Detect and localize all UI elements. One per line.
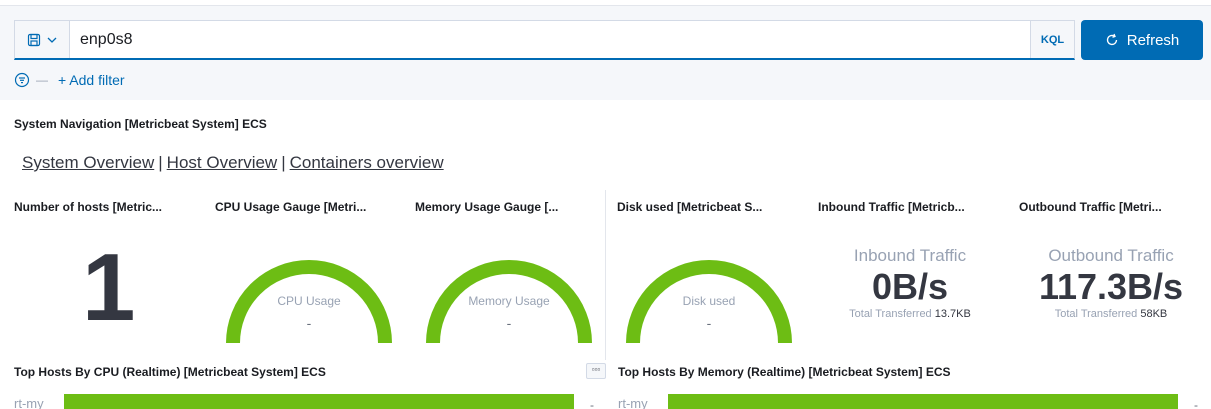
outbound-traffic-value: 117.3B/s [1038, 266, 1184, 307]
query-bar-area: enp0s8 KQL Refresh — + Add filter [0, 0, 1211, 100]
outbound-total-value: 58KB [1140, 307, 1168, 320]
cpu-host-bar [64, 394, 574, 409]
memory-gauge: Memory Usage - [420, 233, 598, 344]
add-filter-button[interactable]: + Add filter [58, 72, 125, 88]
inbound-panel-title: Inbound Traffic [Metricb... [818, 200, 965, 214]
cpu-host-row-label: rt-my [14, 396, 44, 409]
cpu-gauge-value: - [306, 315, 312, 331]
chevron-down-icon [47, 37, 57, 43]
hosts-count: 1 [82, 234, 136, 341]
query-bar: enp0s8 KQL [14, 20, 1075, 60]
saved-query-icon [27, 33, 41, 46]
outbound-panel-title: Outbound Traffic [Metri... [1019, 200, 1162, 214]
memory-gauge-value: - [506, 315, 512, 331]
memory-host-bar [668, 394, 1178, 409]
containers-overview-link[interactable]: Containers overview [290, 153, 444, 172]
cpu-gauge-label: CPU Usage [277, 294, 341, 308]
cpu-gauge: CPU Usage - [220, 233, 398, 344]
cpu-panel-title: CPU Usage Gauge [Metri... [215, 200, 367, 214]
link-separator: | [158, 153, 163, 172]
inbound-total-value: 13.7KB [934, 307, 971, 320]
disk-panel-title: Disk used [Metricbeat S... [617, 200, 763, 214]
dashboard: System Navigation [Metricbeat System] EC… [0, 100, 1211, 409]
filter-bar: — + Add filter [14, 72, 125, 88]
refresh-button[interactable]: Refresh [1081, 20, 1203, 60]
disk-gauge-label: Disk used [682, 294, 736, 308]
system-overview-link[interactable]: System Overview [22, 153, 154, 172]
memory-host-row-label: rt-my [618, 396, 648, 409]
disk-gauge: Disk used - [620, 233, 798, 344]
navigation-panel-title: System Navigation [Metricbeat System] EC… [14, 117, 267, 131]
memory-panel-title: Memory Usage Gauge [... [415, 200, 559, 214]
panel-divider [605, 190, 606, 360]
refresh-icon [1106, 33, 1117, 46]
inbound-total: Total Transferred 13.7KB [820, 308, 1000, 320]
query-language-button[interactable]: KQL [1030, 21, 1074, 58]
outbound-traffic-label: Outbound Traffic [1048, 246, 1174, 265]
inbound-traffic-value: 0B/s [871, 266, 949, 307]
outbound-total: Total Transferred 58KB [1021, 308, 1201, 320]
search-input[interactable]: enp0s8 [70, 31, 1030, 49]
disk-gauge-value: - [706, 315, 712, 331]
host-overview-link[interactable]: Host Overview [167, 153, 278, 172]
top-hosts-memory-title: Top Hosts By Memory (Realtime) [Metricbe… [618, 365, 951, 379]
inbound-traffic-metric: Inbound Traffic 0B/s Total Transferred 1… [820, 246, 1000, 320]
panel-options-button[interactable]: ▫▫▫ [586, 363, 606, 379]
top-strip [0, 0, 1211, 6]
memory-host-row-value: - [1194, 398, 1198, 409]
filter-icon[interactable] [14, 72, 30, 88]
outbound-total-label: Total Transferred [1054, 307, 1138, 320]
filter-separator: — [36, 73, 48, 87]
outbound-traffic-metric: Outbound Traffic 117.3B/s Total Transfer… [1021, 246, 1201, 320]
link-separator: | [281, 153, 286, 172]
cpu-host-row-value: - [590, 398, 594, 409]
hosts-panel-title: Number of hosts [Metric... [14, 200, 163, 214]
inbound-traffic-label: Inbound Traffic [853, 246, 967, 265]
navigation-links: System Overview | Host Overview | Containers… [22, 153, 444, 173]
top-hosts-cpu-title: Top Hosts By CPU (Realtime) [Metricbeat … [14, 365, 326, 379]
saved-query-button[interactable] [15, 21, 70, 58]
inbound-total-label: Total Transferred [849, 307, 932, 320]
memory-gauge-label: Memory Usage [468, 294, 550, 308]
refresh-label: Refresh [1126, 31, 1180, 49]
